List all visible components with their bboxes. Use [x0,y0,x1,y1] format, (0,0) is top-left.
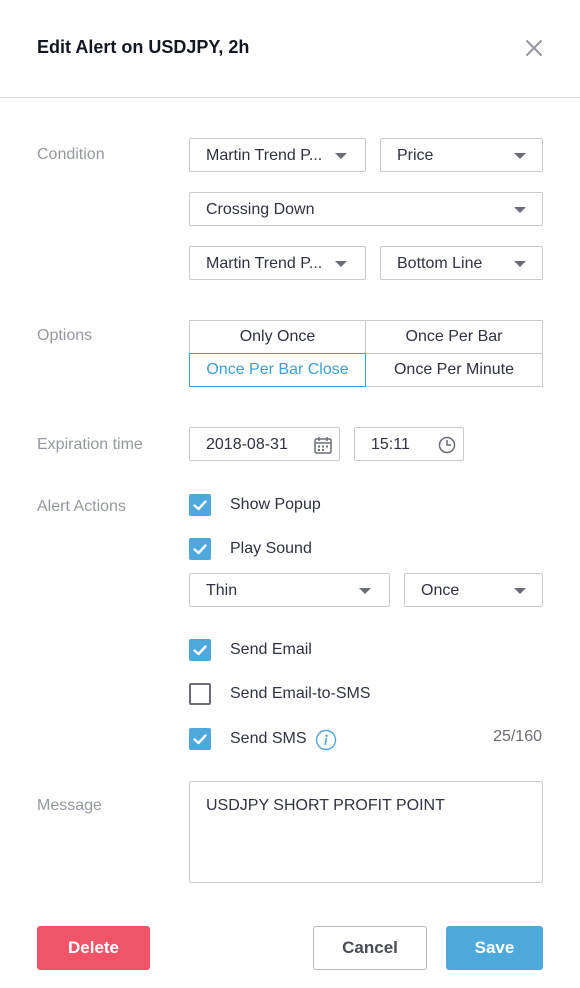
condition-indicator-select[interactable]: Martin Trend P... [189,138,366,172]
clock-icon[interactable] [437,435,457,455]
condition-label: Condition [37,146,105,163]
option-once-per-bar[interactable]: Once Per Bar [365,320,543,354]
send-email-label: Send Email [230,641,312,658]
chevron-down-icon [514,588,526,594]
delete-button[interactable]: Delete [37,926,150,970]
save-button[interactable]: Save [446,926,543,970]
expiration-time-value: 15:11 [371,436,410,453]
chevron-down-icon [514,153,526,159]
play-sound-checkbox[interactable] [189,538,211,560]
checkmark-icon [193,734,207,745]
calendar-icon[interactable] [313,435,333,455]
sound-name-select[interactable]: Thin [189,573,390,607]
message-label: Message [37,797,102,814]
close-icon [526,40,542,56]
chevron-down-icon [514,261,526,267]
close-button[interactable] [522,36,546,60]
option-once-per-minute[interactable]: Once Per Minute [365,353,543,387]
alert-actions-label: Alert Actions [37,498,126,515]
checkmark-icon [193,645,207,656]
condition-indicator-value: Martin Trend P... [206,147,323,164]
dialog-header: Edit Alert on USDJPY, 2h [0,0,580,98]
send-email-to-sms-label: Send Email-to-SMS [230,685,371,702]
play-sound-label: Play Sound [230,540,312,557]
condition-operator-select[interactable]: Crossing Down [189,192,543,226]
expiration-label: Expiration time [37,436,143,453]
sound-name-value: Thin [206,582,238,599]
dialog-title: Edit Alert on USDJPY, 2h [37,37,250,57]
send-email-checkbox[interactable] [189,639,211,661]
expiration-date-value: 2018-08-31 [206,436,288,453]
expiration-time-field[interactable]: 15:11 [354,427,464,461]
condition-operator-value: Crossing Down [206,201,315,218]
sms-character-counter: 25/160 [493,728,542,745]
show-popup-label: Show Popup [230,496,321,513]
condition-indicator-2-select[interactable]: Martin Trend P... [189,246,366,280]
chevron-down-icon [335,261,347,267]
chevron-down-icon [359,588,371,594]
option-once-per-bar-close[interactable]: Once Per Bar Close [189,353,366,387]
checkmark-icon [193,544,207,555]
condition-plot-select[interactable]: Price [380,138,543,172]
checkmark-icon [193,500,207,511]
send-sms-checkbox[interactable] [189,728,211,750]
send-email-to-sms-checkbox[interactable] [189,683,211,705]
show-popup-checkbox[interactable] [189,494,211,516]
condition-plot-value: Price [397,147,434,164]
option-only-once[interactable]: Only Once [189,320,366,354]
chevron-down-icon [514,207,526,213]
cancel-button[interactable]: Cancel [313,926,427,970]
info-icon[interactable] [315,729,337,751]
condition-plot-2-value: Bottom Line [397,255,483,272]
sound-repeat-select[interactable]: Once [404,573,543,607]
sound-repeat-value: Once [421,582,460,599]
options-label: Options [37,327,93,344]
condition-plot-2-select[interactable]: Bottom Line [380,246,543,280]
message-textarea[interactable]: USDJPY SHORT PROFIT POINT [189,781,543,883]
chevron-down-icon [335,153,347,159]
send-sms-label: Send SMS [230,730,307,747]
condition-indicator-2-value: Martin Trend P... [206,255,323,272]
expiration-date-field[interactable]: 2018-08-31 [189,427,340,461]
